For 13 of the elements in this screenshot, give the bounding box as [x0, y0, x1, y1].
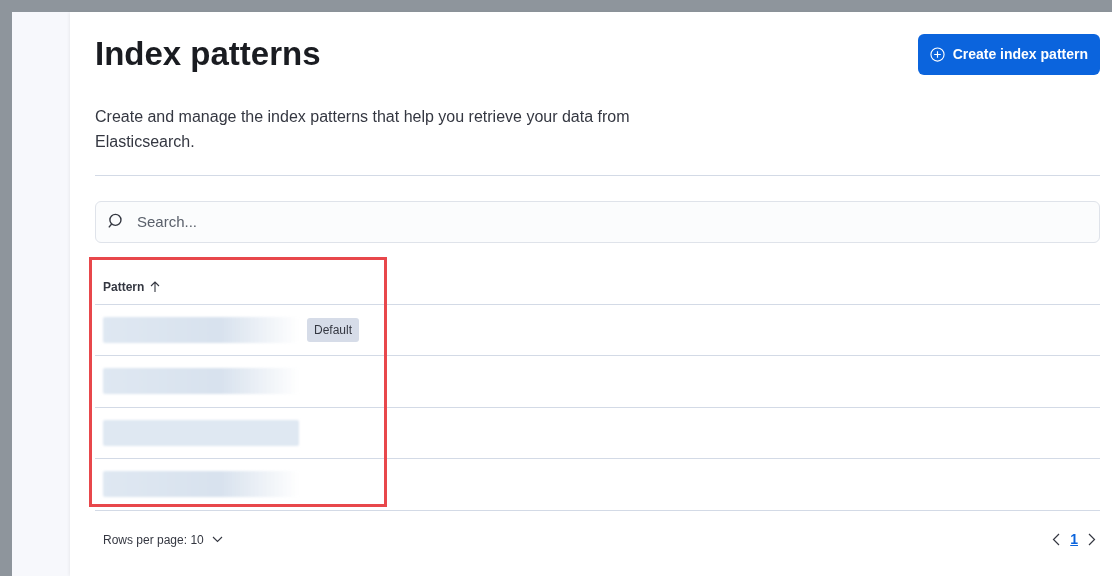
column-header[interactable]: Pattern	[103, 278, 162, 297]
default-tag: Default	[307, 317, 360, 342]
page-title: Index patterns	[95, 34, 321, 74]
previous-page-icon[interactable]	[1052, 533, 1061, 547]
search-icon	[108, 212, 125, 230]
chevron-down-icon	[211, 536, 223, 544]
create-index-pattern-button[interactable]: Create index pattern	[917, 34, 1100, 75]
next-page-icon[interactable]	[1088, 533, 1096, 547]
page-link[interactable]: 1	[1066, 529, 1082, 551]
search-field[interactable]: Search...	[95, 200, 1100, 243]
page-description: Create and manage the index patterns that help you retrieve your data from Elasticsearch.	[95, 107, 631, 152]
plus-circle-icon	[929, 47, 945, 62]
rows-per-page-dropdown[interactable]: Rows per page: 10	[103, 530, 223, 549]
